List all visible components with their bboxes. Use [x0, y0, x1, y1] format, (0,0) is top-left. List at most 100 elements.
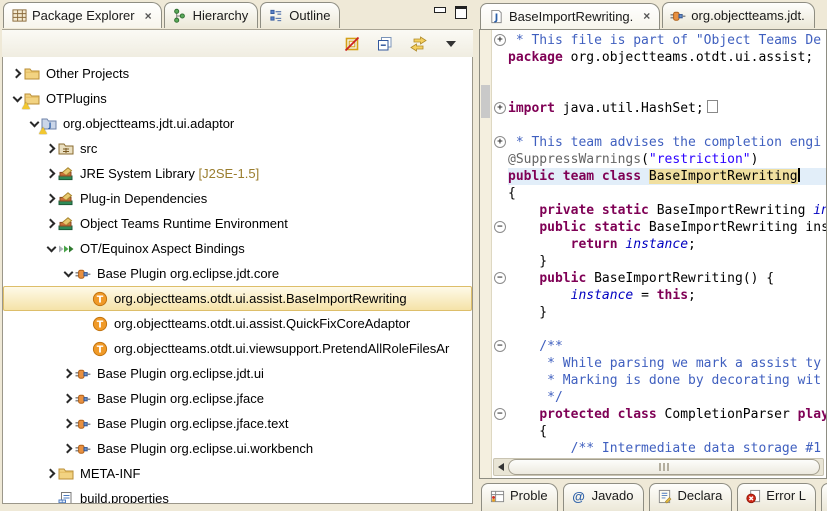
- tree-item-org-objectteams-otdt-ui-assist-quickfixc[interactable]: Torg.objectteams.otdt.ui.assist.QuickFix…: [3, 311, 472, 336]
- link-with-editor-icon[interactable]: [408, 34, 428, 54]
- expand-arrow-icon[interactable]: [61, 445, 75, 452]
- tab-proble[interactable]: Proble: [481, 483, 558, 511]
- code-line[interactable]: * Marking is done by decorating wit: [508, 372, 826, 389]
- code-line[interactable]: public static BaseImportRewriting instan…: [508, 219, 826, 236]
- code-line[interactable]: protected class CompletionParser playedB…: [508, 406, 826, 423]
- plug-icon: [75, 416, 93, 432]
- editor-hscrollbar[interactable]: [493, 458, 824, 476]
- fold-collapse-icon[interactable]: −: [494, 340, 506, 352]
- code-line[interactable]: }: [508, 253, 826, 270]
- tab-org-objectteams-jdt[interactable]: org.objectteams.jdt.: [662, 2, 814, 28]
- code-line[interactable]: /**: [508, 338, 826, 355]
- tab-ot[interactable]: §sOT/: [821, 483, 827, 511]
- code-segment: [508, 288, 571, 303]
- code-segment: instance: [571, 288, 634, 303]
- minimize-icon[interactable]: [434, 7, 446, 13]
- scrollbar-thumb[interactable]: [508, 459, 820, 475]
- fold-expand-icon[interactable]: +: [494, 34, 506, 46]
- tree-item-jre-system-library[interactable]: JRE System Library [J2SE-1.5]: [3, 161, 472, 186]
- tree-item-otplugins[interactable]: OTPlugins: [3, 86, 472, 111]
- code-line[interactable]: {: [508, 423, 826, 440]
- expand-arrow-icon[interactable]: [44, 195, 58, 202]
- tree-item-other-projects[interactable]: Other Projects: [3, 61, 472, 86]
- maximize-icon[interactable]: [455, 6, 467, 19]
- fold-expand-icon[interactable]: +: [494, 136, 506, 148]
- tab-javado[interactable]: @Javado: [563, 483, 644, 511]
- expand-arrow-icon[interactable]: [61, 395, 75, 402]
- tab-declara[interactable]: Declara: [649, 483, 733, 511]
- filter-disabled-icon[interactable]: [342, 34, 362, 54]
- code-line-current[interactable]: public team class BaseImportRewriting: [508, 168, 826, 185]
- tab-error-l[interactable]: Error L: [737, 483, 816, 511]
- expand-arrow-icon[interactable]: [10, 70, 24, 77]
- view-menu-icon[interactable]: [441, 34, 461, 54]
- fold-collapse-icon[interactable]: −: [494, 272, 506, 284]
- tab-hierarchy[interactable]: Hierarchy: [164, 2, 259, 28]
- fold-collapse-icon[interactable]: −: [494, 221, 506, 233]
- plug-icon: [75, 391, 93, 407]
- tree-item-ot-equinox-aspect-bindings[interactable]: OT/Equinox Aspect Bindings: [3, 236, 472, 261]
- code-line[interactable]: [508, 66, 826, 83]
- code-line[interactable]: instance = this;: [508, 287, 826, 304]
- fold-collapse-icon[interactable]: −: [494, 408, 506, 420]
- code-line[interactable]: {: [508, 185, 826, 202]
- tree-item-org-objectteams-jdt-ui-adaptor[interactable]: Jorg.objectteams.jdt.ui.adaptor: [3, 111, 472, 136]
- tree-item-src[interactable]: src: [3, 136, 472, 161]
- collapse-arrow-icon[interactable]: [27, 122, 41, 126]
- tree-item-label: OTPlugins: [42, 91, 107, 106]
- code-line[interactable]: public BaseImportRewriting() {: [508, 270, 826, 287]
- tree-item-meta-inf[interactable]: META-INF: [3, 461, 472, 486]
- expand-arrow-icon[interactable]: [61, 370, 75, 377]
- tree-item-base-plugin-org-eclipse-jdt-core[interactable]: Base Plugin org.eclipse.jdt.core: [3, 261, 472, 286]
- scroll-left-arrow-icon[interactable]: [494, 463, 508, 471]
- code-line[interactable]: private static BaseImportRewriting insta…: [508, 202, 826, 219]
- tree-item-base-plugin-org-eclipse-ui-workbench[interactable]: Base Plugin org.eclipse.ui.workbench: [3, 436, 472, 461]
- tree-item-base-plugin-org-eclipse-jface-text[interactable]: Base Plugin org.eclipse.jface.text: [3, 411, 472, 436]
- code-line[interactable]: return instance;: [508, 236, 826, 253]
- code-line[interactable]: [508, 117, 826, 134]
- tree-item-label: Base Plugin org.eclipse.jdt.ui: [93, 366, 264, 381]
- tab-outline[interactable]: Outline: [260, 2, 340, 28]
- expand-arrow-icon[interactable]: [44, 145, 58, 152]
- code-line[interactable]: }: [508, 304, 826, 321]
- collapse-all-icon[interactable]: [375, 34, 395, 54]
- package-explorer-tree[interactable]: Other Projects OTPlugins Jorg.objectteams.…: [2, 57, 473, 504]
- collapse-arrow-icon[interactable]: [44, 247, 58, 251]
- java-editor[interactable]: + + + − − − − * This file is part of "Object T…: [479, 29, 827, 479]
- tree-item-label: org.objectteams.otdt.ui.viewsupport.Pret…: [110, 341, 449, 356]
- expand-arrow-icon[interactable]: [61, 420, 75, 427]
- properties-file-icon: [58, 491, 76, 505]
- tab-label: Proble: [510, 488, 548, 503]
- fold-expand-icon[interactable]: +: [494, 102, 506, 114]
- code-line[interactable]: /** Intermediate data storage #1: [508, 440, 826, 457]
- expand-arrow-icon[interactable]: [44, 170, 58, 177]
- code-line[interactable]: [508, 321, 826, 338]
- code-line[interactable]: * While parsing we mark a assist ty: [508, 355, 826, 372]
- code-line[interactable]: */: [508, 389, 826, 406]
- tab-package-explorer[interactable]: Package Explorer×: [3, 2, 162, 28]
- code-line[interactable]: package org.objectteams.otdt.ui.assist;: [508, 49, 826, 66]
- tree-item-base-plugin-org-eclipse-jface[interactable]: Base Plugin org.eclipse.jface: [3, 386, 472, 411]
- tree-item-org-objectteams-otdt-ui-viewsupport-pret[interactable]: Torg.objectteams.otdt.ui.viewsupport.Pre…: [3, 336, 472, 361]
- code-line[interactable]: import java.util.HashSet;: [508, 100, 826, 117]
- collapsed-region-icon[interactable]: [707, 100, 718, 113]
- code-line[interactable]: * This file is part of "Object Teams De: [508, 32, 826, 49]
- code-area[interactable]: * This file is part of "Object Teams Dep…: [508, 32, 826, 474]
- annotation-ruler[interactable]: [480, 30, 492, 478]
- code-line[interactable]: @SuppressWarnings("restriction"): [508, 151, 826, 168]
- expand-arrow-icon[interactable]: [44, 470, 58, 477]
- close-icon[interactable]: ×: [145, 10, 152, 22]
- collapse-arrow-icon[interactable]: [61, 272, 75, 276]
- code-line[interactable]: * This team advises the completion engi: [508, 134, 826, 151]
- tab-baseimportrewriting[interactable]: JBaseImportRewriting.×: [480, 3, 660, 29]
- source-folder-icon: [58, 141, 76, 157]
- collapse-arrow-icon[interactable]: [10, 97, 24, 101]
- expand-arrow-icon[interactable]: [44, 220, 58, 227]
- tree-item-org-objectteams-otdt-ui-assist-baseimpor[interactable]: Torg.objectteams.otdt.ui.assist.BaseImpo…: [3, 286, 472, 311]
- close-icon[interactable]: ×: [643, 10, 650, 22]
- tree-item-base-plugin-org-eclipse-jdt-ui[interactable]: Base Plugin org.eclipse.jdt.ui: [3, 361, 472, 386]
- tree-item-plug-in-dependencies[interactable]: Plug-in Dependencies: [3, 186, 472, 211]
- code-line[interactable]: [508, 83, 826, 100]
- tree-item-object-teams-runtime-environment[interactable]: Object Teams Runtime Environment: [3, 211, 472, 236]
- tree-item-build-properties[interactable]: build.properties: [3, 486, 472, 504]
